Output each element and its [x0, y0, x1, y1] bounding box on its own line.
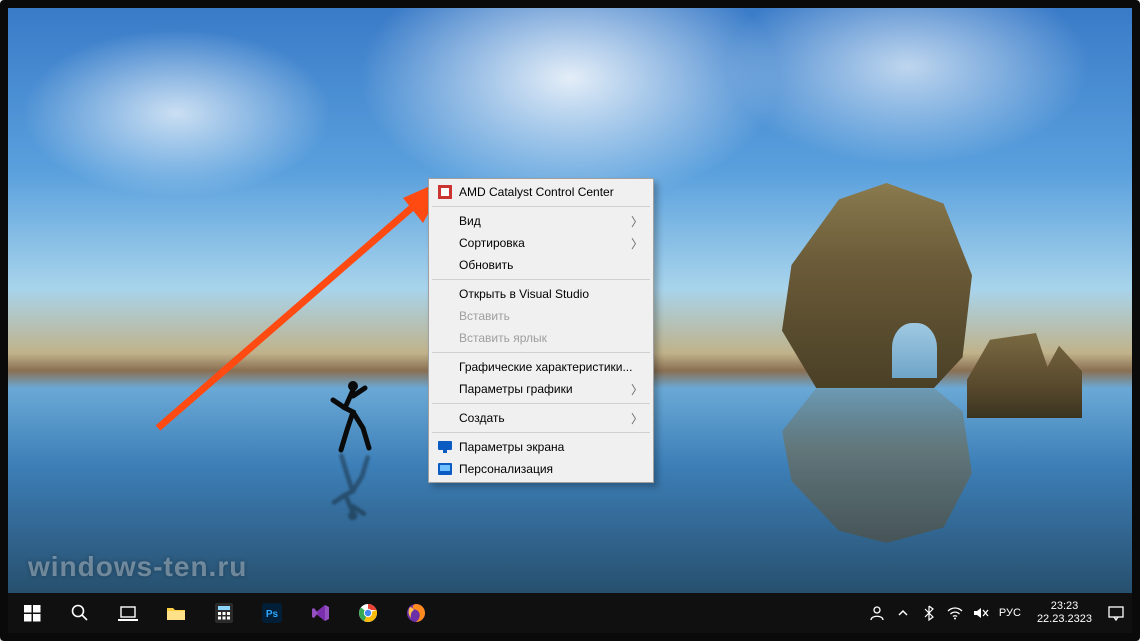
clock-time: 23:23: [1037, 600, 1092, 613]
ctx-separator: [432, 352, 650, 353]
submenu-arrow-icon: 〉: [631, 213, 643, 230]
ctx-label: Открыть в Visual Studio: [459, 287, 589, 301]
annotation-arrow: [148, 178, 448, 438]
ctx-separator: [432, 403, 650, 404]
calculator-button[interactable]: [200, 593, 248, 633]
search-button[interactable]: [56, 593, 104, 633]
photoshop-icon: Ps: [262, 603, 282, 623]
bluetooth-icon[interactable]: [921, 605, 937, 621]
submenu-arrow-icon: 〉: [631, 410, 643, 427]
visual-studio-button[interactable]: [296, 593, 344, 633]
svg-text:Ps: Ps: [266, 609, 279, 620]
ctx-label: Вид: [459, 214, 481, 228]
desktop-context-menu: AMD Catalyst Control Center Вид 〉 Сортир…: [428, 178, 654, 483]
ctx-separator: [432, 206, 650, 207]
submenu-arrow-icon: 〉: [631, 235, 643, 252]
task-view-button[interactable]: [104, 593, 152, 633]
ctx-label: Обновить: [459, 258, 513, 272]
desktop-wallpaper[interactable]: windows-ten.ru AMD Catalyst Control Cent…: [8, 8, 1132, 593]
submenu-arrow-icon: 〉: [631, 381, 643, 398]
chrome-icon: [358, 603, 378, 623]
wallpaper-rock-arch: [892, 323, 937, 378]
watermark: windows-ten.ru: [28, 551, 247, 583]
language-indicator[interactable]: РУС: [999, 607, 1021, 619]
ctx-graphics-params[interactable]: Параметры графики 〉: [431, 378, 651, 400]
ctx-graphics-props[interactable]: Графические характеристики...: [431, 356, 651, 378]
notification-icon[interactable]: [1108, 605, 1124, 621]
ctx-view[interactable]: Вид 〉: [431, 210, 651, 232]
screen: windows-ten.ru AMD Catalyst Control Cent…: [0, 0, 1140, 641]
explorer-button[interactable]: [152, 593, 200, 633]
wallpaper-rock-small: [967, 333, 1082, 418]
people-icon[interactable]: [869, 605, 885, 621]
taskbar: Ps РУС 23:23 22.23.2323: [8, 593, 1132, 633]
clock-date: 22.23.2323: [1037, 613, 1092, 626]
ctx-label: Создать: [459, 411, 505, 425]
clock[interactable]: 23:23 22.23.2323: [1031, 600, 1098, 625]
task-view-icon: [118, 605, 138, 621]
wallpaper-runner-reflection: [323, 453, 373, 523]
visual-studio-icon: [310, 603, 330, 623]
explorer-icon: [166, 605, 186, 621]
wallpaper-runner: [323, 378, 373, 453]
ctx-paste-shortcut: Вставить ярлык: [431, 327, 651, 349]
ctx-new[interactable]: Создать 〉: [431, 407, 651, 429]
volume-mute-icon[interactable]: [973, 605, 989, 621]
wifi-icon[interactable]: [947, 605, 963, 621]
ctx-label: Вставить ярлык: [459, 331, 547, 345]
taskbar-pinned: Ps: [8, 593, 440, 633]
ctx-label: Параметры экрана: [459, 440, 564, 454]
personalize-icon: [437, 461, 453, 477]
ctx-label: Вставить: [459, 309, 510, 323]
search-icon: [71, 604, 89, 622]
ctx-display-settings[interactable]: Параметры экрана: [431, 436, 651, 458]
windows-icon: [24, 605, 41, 622]
ctx-label: Параметры графики: [459, 382, 573, 396]
amd-icon: [437, 184, 453, 200]
ctx-sort[interactable]: Сортировка 〉: [431, 232, 651, 254]
ctx-separator: [432, 432, 650, 433]
display-icon: [437, 439, 453, 455]
ctx-amd-catalyst[interactable]: AMD Catalyst Control Center: [431, 181, 651, 203]
start-button[interactable]: [8, 593, 56, 633]
wallpaper-rock-reflection: [782, 388, 972, 543]
ctx-label: Графические характеристики...: [459, 360, 632, 374]
ctx-label: AMD Catalyst Control Center: [459, 185, 614, 199]
firefox-button[interactable]: [392, 593, 440, 633]
wallpaper-rock: [782, 183, 972, 388]
chrome-button[interactable]: [344, 593, 392, 633]
ctx-paste: Вставить: [431, 305, 651, 327]
ctx-personalize[interactable]: Персонализация: [431, 458, 651, 480]
photoshop-button[interactable]: Ps: [248, 593, 296, 633]
ctx-label: Персонализация: [459, 462, 553, 476]
ctx-refresh[interactable]: Обновить: [431, 254, 651, 276]
system-tray: РУС 23:23 22.23.2323: [863, 593, 1132, 633]
calculator-icon: [215, 603, 233, 623]
ctx-label: Сортировка: [459, 236, 525, 250]
firefox-icon: [406, 603, 426, 623]
taskbar-spacer: [440, 593, 863, 633]
ctx-open-vs[interactable]: Открыть в Visual Studio: [431, 283, 651, 305]
ctx-separator: [432, 279, 650, 280]
chevron-up-icon[interactable]: [895, 605, 911, 621]
